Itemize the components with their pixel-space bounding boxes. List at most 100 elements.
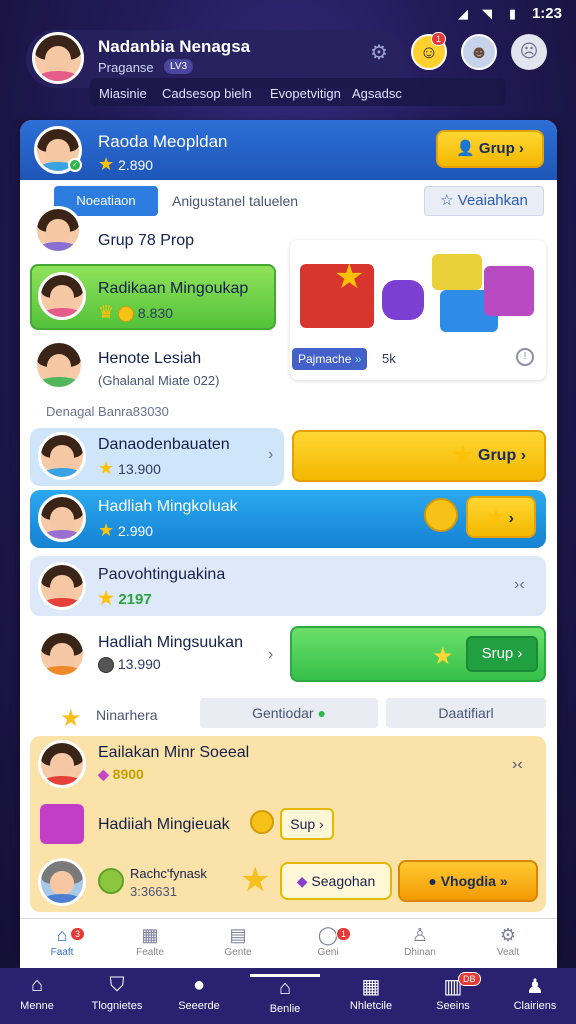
dot-icon: ● bbox=[317, 705, 326, 721]
tab-stats[interactable]: ▦ Fealte bbox=[120, 925, 180, 958]
view-button[interactable]: ☆ Veaiahkan bbox=[424, 186, 544, 216]
nav-grid[interactable]: ▦ Nhletcile bbox=[336, 974, 406, 1012]
nav-home-label: Menne bbox=[20, 1000, 54, 1012]
chevron-right-icon[interactable]: › bbox=[268, 646, 273, 664]
filter-chip-2[interactable]: Daatifiarl bbox=[386, 698, 546, 728]
primary-button[interactable]: ● Vhogdia » bbox=[398, 860, 538, 902]
notification-badge: 1 bbox=[431, 32, 447, 46]
panel-avatar bbox=[38, 740, 86, 788]
nav-grid-label: Nhletcile bbox=[349, 1000, 393, 1012]
level-badge: LV3 bbox=[164, 59, 194, 74]
item-value-7: 13.990 bbox=[98, 656, 161, 674]
item-title-2: Radikaan Mingoukap bbox=[98, 280, 249, 297]
filter-chip-1[interactable]: Gentiodar ● bbox=[200, 698, 378, 728]
user-sub: Praganse bbox=[98, 60, 154, 75]
star-icon: ★ bbox=[98, 588, 115, 608]
header-tab-2[interactable]: Cadsesop bieln bbox=[162, 86, 252, 101]
wifi-icon: ◥ bbox=[482, 6, 492, 21]
gear-icon: ⚙ bbox=[499, 925, 517, 945]
tab-games[interactable]: ▤ Gente bbox=[208, 925, 268, 958]
coin-icon: ● bbox=[428, 873, 437, 889]
view-button-label: Veaiahkan bbox=[457, 192, 528, 209]
person-icon: ♟ bbox=[526, 976, 544, 998]
star-icon: ★ bbox=[98, 154, 115, 174]
item-value-6-text: 2197 bbox=[118, 591, 152, 608]
nav-active-label: Benlie bbox=[269, 1003, 301, 1015]
star-icon: ★ bbox=[334, 258, 365, 296]
nav-tournaments-label: Tlognietes bbox=[91, 1000, 143, 1012]
nav-search-label: Seeerde bbox=[178, 1000, 220, 1012]
gear-icon[interactable]: ⚙ bbox=[370, 40, 388, 65]
clock-icon[interactable]: ! bbox=[516, 348, 534, 366]
star-icon: ★ bbox=[98, 520, 115, 540]
nav-search[interactable]: ● Seeerde bbox=[164, 974, 234, 1012]
grid-icon: ▦ bbox=[361, 976, 381, 998]
main-card: ✓ Raoda Meopldan ★ 2.890 👤 Grup › Noeati… bbox=[20, 120, 557, 968]
collapse-icon[interactable]: ›‹ bbox=[512, 756, 523, 774]
item-avatar-5 bbox=[38, 494, 86, 542]
gift-title: Hadiiah Mingieuak bbox=[98, 816, 230, 833]
item-title-7: Hadliah Mingsuukan bbox=[98, 634, 243, 651]
nav-active[interactable]: ⌂ Benlie bbox=[250, 974, 320, 1015]
item-value-2: ♛ 8.830 bbox=[98, 302, 173, 323]
signal-icon: ◢ bbox=[458, 6, 468, 21]
chevron-right-icon[interactable]: › bbox=[268, 446, 273, 464]
item-title-3: Henote Lesiah bbox=[98, 350, 202, 367]
subheader-text: Anigustanel taluelen bbox=[172, 193, 299, 209]
user-avatar[interactable] bbox=[32, 32, 84, 84]
panel-value-text: 8900 bbox=[112, 766, 144, 782]
header-tab-1[interactable]: Miasinie bbox=[99, 86, 147, 101]
star-icon: ★ bbox=[240, 861, 271, 899]
star-icon: ★ bbox=[60, 705, 82, 732]
crown-icon: ♛ bbox=[98, 302, 115, 322]
tab-settings[interactable]: ⚙ Vealt bbox=[478, 925, 538, 958]
chat-icon[interactable]: ☹ bbox=[511, 34, 547, 70]
banner-title: Raoda Meopldan bbox=[98, 132, 228, 151]
nav-profile[interactable]: ♟ Clairiens bbox=[500, 974, 570, 1012]
user-name: Nadanbia Nenagsa bbox=[98, 37, 251, 56]
item-avatar-2 bbox=[38, 272, 86, 320]
star-icon: ★ bbox=[488, 507, 505, 527]
filter-label: Ninarhera bbox=[96, 707, 158, 723]
item-value-2-text: 8.830 bbox=[137, 305, 173, 321]
group-join-button[interactable]: ★ Grup › bbox=[292, 430, 546, 482]
item-avatar-3 bbox=[34, 340, 84, 390]
yellow-gift-icon bbox=[432, 254, 482, 290]
nav-home[interactable]: ⌂ Menne bbox=[2, 974, 72, 1012]
collapse-icon[interactable]: ›‹ bbox=[514, 576, 525, 594]
item-title-1: Grup 78 Prop bbox=[98, 232, 195, 249]
star-icon: ★ bbox=[98, 458, 115, 478]
house-icon: ⌂ bbox=[278, 977, 292, 999]
purple-coin-icon bbox=[382, 280, 424, 320]
gift-button[interactable]: Sup › bbox=[280, 808, 334, 840]
promo-value: 5k bbox=[382, 351, 396, 366]
verified-icon: ✓ bbox=[68, 158, 82, 172]
tab-settings-label: Vealt bbox=[496, 947, 520, 958]
green-action-button[interactable]: Srup › bbox=[466, 636, 538, 672]
item-title-5: Hadliah Mingkoluak bbox=[98, 498, 238, 515]
star-icon: ★ bbox=[432, 643, 454, 670]
person-icon: ♙ bbox=[411, 925, 429, 945]
nav-profile-label: Clairiens bbox=[513, 1000, 557, 1012]
clock: 1:23 bbox=[531, 5, 562, 22]
header-tab-4[interactable]: Agsadsc bbox=[352, 86, 402, 101]
tab-badge: 3 bbox=[70, 927, 86, 941]
gem-icon: ◆ bbox=[296, 873, 308, 889]
shield-icon: ⛉ bbox=[109, 974, 125, 996]
green-action-button-label: Srup bbox=[481, 645, 514, 662]
promo-pill[interactable]: Pajmache » bbox=[292, 348, 368, 370]
nav-tournaments[interactable]: ⛉ Tlognietes bbox=[82, 974, 152, 1012]
group-button[interactable]: 👤 Grup › bbox=[436, 130, 544, 168]
claim-button[interactable]: ★ › bbox=[466, 496, 536, 538]
secondary-button[interactable]: ◆ Seagohan bbox=[280, 862, 392, 900]
tab-profile[interactable]: ♙ Dhinan bbox=[390, 925, 450, 958]
item-value-4: ★ 13.900 bbox=[98, 458, 161, 479]
user-icon: 👤 bbox=[456, 140, 475, 157]
friend-avatar-icon[interactable]: ☻ bbox=[461, 34, 497, 70]
item-title-6: Paovohtinguakina bbox=[98, 566, 226, 583]
group-button-label: Grup bbox=[478, 140, 515, 157]
header-tab-3[interactable]: Evopetvitign bbox=[270, 86, 341, 101]
star-outline-icon: ☆ bbox=[440, 192, 454, 209]
promo-box[interactable]: ★ Pajmache » 5k ! bbox=[290, 240, 546, 380]
panel-user-avatar bbox=[38, 858, 86, 906]
